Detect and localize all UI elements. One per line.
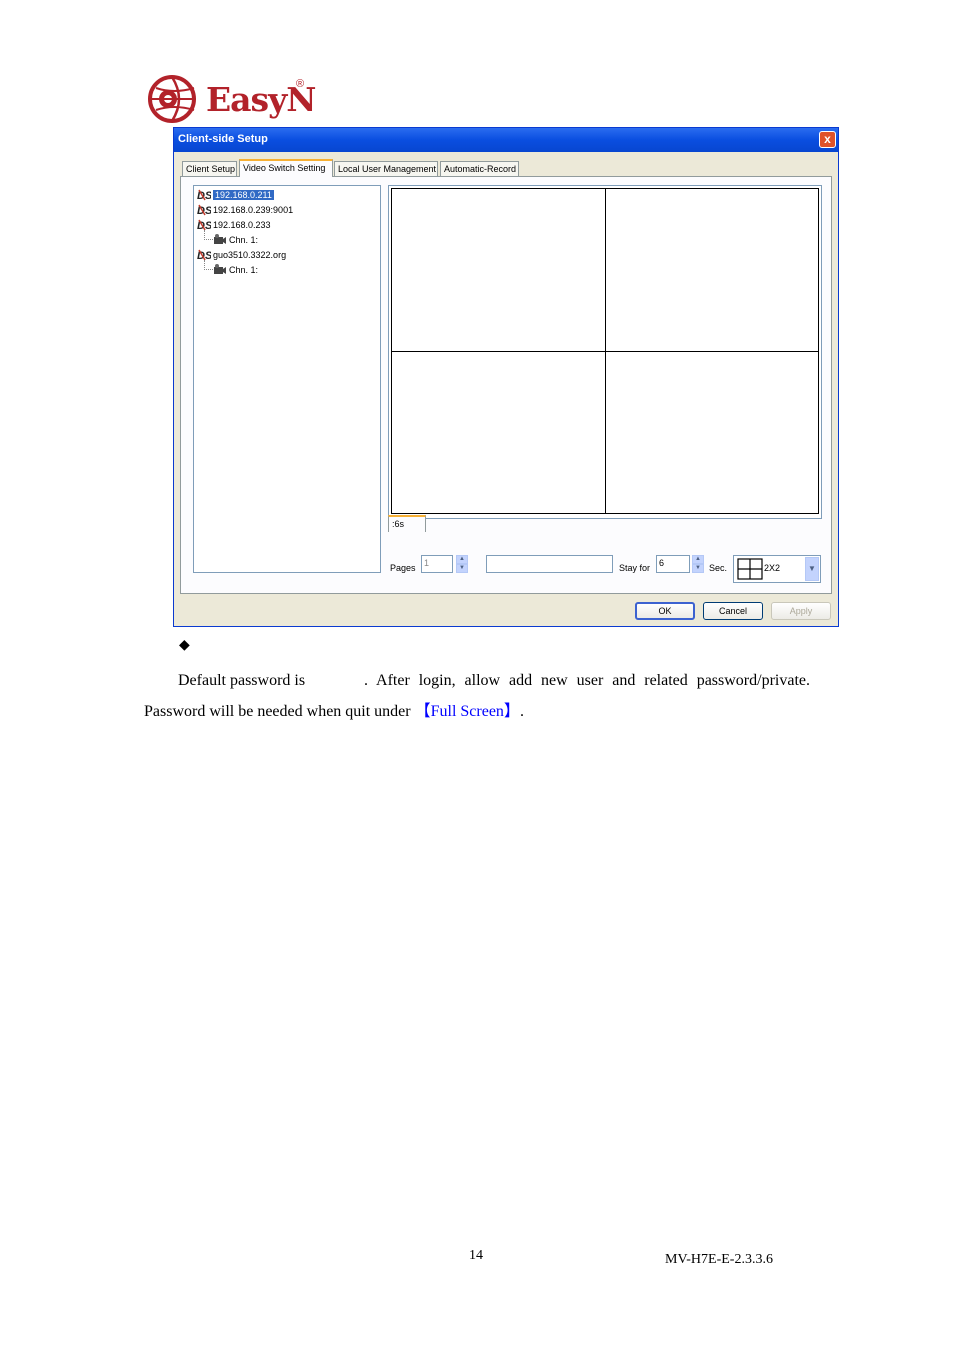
page-tab[interactable]: :6s xyxy=(388,515,426,532)
document-id: MV-H7E-E-2.3.3.6 xyxy=(665,1252,773,1267)
tree-item-label: Chn. 1: xyxy=(229,235,259,245)
tree-item-device[interactable]: DS 192.168.0.239:9001 xyxy=(197,203,293,217)
device-icon: DS xyxy=(197,189,211,201)
grid-2x2-icon xyxy=(737,558,763,580)
tab-local-user-management[interactable]: Local User Management xyxy=(334,161,438,176)
video-cell[interactable] xyxy=(605,188,819,352)
device-tree[interactable]: DS 192.168.0.211 DS 192.168.0.239:9001 DS 1… xyxy=(193,185,381,573)
tree-item-label: 192.168.0.233 xyxy=(213,220,271,230)
page-name-input[interactable] xyxy=(486,555,613,573)
layout-value: 2X2 xyxy=(764,563,781,573)
camera-icon xyxy=(214,234,226,244)
full-screen-link[interactable]: 【Full Screen】 xyxy=(415,703,520,720)
tree-item-label: Chn. 1: xyxy=(229,265,259,275)
video-grid xyxy=(388,185,822,519)
camera-icon xyxy=(214,264,226,274)
tab-client-setup[interactable]: Client Setup xyxy=(182,161,237,176)
para1-end: . After login, allow add new user and re… xyxy=(364,672,810,689)
registered-mark: ® xyxy=(296,78,305,90)
ok-button[interactable]: OK xyxy=(635,602,695,620)
tree-item-device[interactable]: DS 192.168.0.211 xyxy=(197,188,274,202)
para1-start: Default password is xyxy=(178,672,306,689)
spin-down-icon[interactable]: ▼ xyxy=(692,564,704,573)
pages-spinner[interactable]: ▲ ▼ xyxy=(456,555,468,573)
close-button[interactable]: x xyxy=(819,131,836,148)
video-cell[interactable] xyxy=(605,351,819,514)
bullet-icon: ◆ xyxy=(179,637,190,653)
stay-for-spinner[interactable]: ▲ ▼ xyxy=(692,555,704,573)
tree-connector xyxy=(204,230,213,240)
easyn-logo: EasyN ® xyxy=(146,72,316,128)
tree-item-label: 192.168.0.239:9001 xyxy=(213,205,294,215)
close-icon: x xyxy=(824,132,831,146)
para2-end: . xyxy=(519,703,524,720)
video-cell[interactable] xyxy=(391,188,606,352)
client-side-setup-dialog: Client-side Setup x Client Setup Video S… xyxy=(173,127,839,627)
tree-item-channel[interactable]: Chn. 1: xyxy=(213,233,258,247)
tab-automatic-record[interactable]: Automatic-Record xyxy=(440,161,519,176)
paragraph-line-2: Password will be needed when quit under … xyxy=(144,702,524,722)
cancel-button[interactable]: Cancel xyxy=(703,602,763,620)
paragraph-line-1-end: . After login, allow add new user and re… xyxy=(364,671,810,691)
layout-select[interactable]: 2X2 ▼ xyxy=(733,555,821,583)
apply-button[interactable]: Apply xyxy=(771,602,831,620)
pages-input[interactable]: 1 xyxy=(421,555,453,573)
pages-label: Pages xyxy=(390,563,416,573)
tree-item-label: 192.168.0.211 xyxy=(213,190,274,200)
tree-connector xyxy=(204,260,213,270)
stay-for-label: Stay for xyxy=(619,563,651,573)
globe-logo-icon xyxy=(148,75,196,123)
sec-label: Sec. xyxy=(709,563,728,573)
tab-video-switch-setting[interactable]: Video Switch Setting xyxy=(239,159,333,177)
spin-down-icon[interactable]: ▼ xyxy=(456,564,468,573)
title-bar[interactable]: Client-side Setup x xyxy=(174,128,838,152)
spin-up-icon[interactable]: ▲ xyxy=(456,555,468,564)
para2-start: Password will be needed when quit under xyxy=(144,703,411,720)
dialog-title: Client-side Setup xyxy=(178,133,268,145)
chevron-down-icon[interactable]: ▼ xyxy=(805,557,819,581)
video-cell[interactable] xyxy=(391,351,606,514)
tree-item-label: guo3510.3322.org xyxy=(213,250,287,260)
spin-up-icon[interactable]: ▲ xyxy=(692,555,704,564)
device-icon: DS xyxy=(197,204,211,216)
tab-panel: DS 192.168.0.211 DS 192.168.0.239:9001 DS 1… xyxy=(180,176,832,594)
stay-for-input[interactable]: 6 xyxy=(656,555,690,573)
tree-item-channel[interactable]: Chn. 1: xyxy=(213,263,258,277)
page-number: 14 xyxy=(469,1248,483,1263)
paragraph-line-1: Default password is xyxy=(178,671,305,691)
